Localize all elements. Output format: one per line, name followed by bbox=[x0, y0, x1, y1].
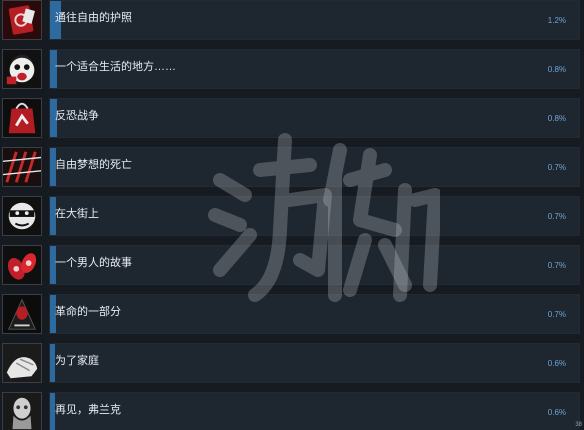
achievement-row: 再见，弗兰克 0.6% bbox=[0, 392, 584, 430]
achievement-row: 在大街上 0.7% bbox=[0, 196, 584, 241]
achievement-percent: 0.7% bbox=[547, 310, 566, 319]
achievement-progress-bar: 一个适合生活的地方…… 0.8% bbox=[49, 49, 580, 89]
achievement-progress-bar: 反恐战争 0.8% bbox=[49, 98, 580, 138]
achievement-list: 通往自由的护照 1.2% 一个适合生活的地方…… 0.8% 反恐战争 0.8% 自由梦想的死… bbox=[0, 0, 584, 430]
achievement-percent: 0.7% bbox=[547, 163, 566, 172]
red-coins-icon bbox=[2, 245, 42, 285]
achievement-row: 一个适合生活的地方…… 0.8% bbox=[0, 49, 584, 94]
achievement-row: 为了家庭 0.6% bbox=[0, 343, 584, 388]
achievement-percent: 0.6% bbox=[547, 359, 566, 368]
achievement-percent: 0.8% bbox=[547, 114, 566, 123]
passport-icon bbox=[2, 0, 42, 40]
achievement-name: 一个男人的故事 bbox=[55, 257, 132, 269]
barbed-wire-icon bbox=[2, 147, 42, 187]
achievement-name: 再见，弗兰克 bbox=[55, 404, 121, 416]
achievement-name: 为了家庭 bbox=[55, 355, 99, 367]
achievement-progress-bar: 再见，弗兰克 0.6% bbox=[49, 392, 580, 430]
achievement-percent: 0.8% bbox=[547, 65, 566, 74]
achievement-percent: 0.6% bbox=[547, 408, 566, 417]
achievement-name: 自由梦想的死亡 bbox=[55, 159, 132, 171]
old-man-icon bbox=[2, 392, 42, 430]
achievement-name: 在大街上 bbox=[55, 208, 99, 220]
achievement-name: 通往自由的护照 bbox=[55, 12, 132, 24]
achievement-progress-bar: 为了家庭 0.6% bbox=[49, 343, 580, 383]
achievement-row: 自由梦想的死亡 0.7% bbox=[0, 147, 584, 192]
achievement-name: 反恐战争 bbox=[55, 110, 99, 122]
corner-text: 38 bbox=[575, 422, 582, 428]
achievement-progress-bar: 一个男人的故事 0.7% bbox=[49, 245, 580, 285]
achievement-row: 通往自由的护照 1.2% bbox=[0, 0, 584, 45]
achievement-progress-bar: 革命的一部分 0.7% bbox=[49, 294, 580, 334]
achievement-progress-bar: 自由梦想的死亡 0.7% bbox=[49, 147, 580, 187]
achievement-progress-bar: 通往自由的护照 1.2% bbox=[49, 0, 580, 40]
red-bag-icon bbox=[2, 98, 42, 138]
achievement-name: 革命的一部分 bbox=[55, 306, 121, 318]
achievement-percent: 0.7% bbox=[547, 261, 566, 270]
hands-icon bbox=[2, 343, 42, 383]
achievement-row: 反恐战争 0.8% bbox=[0, 98, 584, 143]
achievement-row: 一个男人的故事 0.7% bbox=[0, 245, 584, 290]
achievement-row: 革命的一部分 0.7% bbox=[0, 294, 584, 339]
achievement-name: 一个适合生活的地方…… bbox=[55, 61, 176, 73]
hooded-figure-icon bbox=[2, 294, 42, 334]
achievement-percent: 0.7% bbox=[547, 212, 566, 221]
achievement-progress-bar: 在大街上 0.7% bbox=[49, 196, 580, 236]
masked-face-icon bbox=[2, 196, 42, 236]
achievement-percent: 1.2% bbox=[547, 16, 566, 25]
screaming-face-icon bbox=[2, 49, 42, 89]
